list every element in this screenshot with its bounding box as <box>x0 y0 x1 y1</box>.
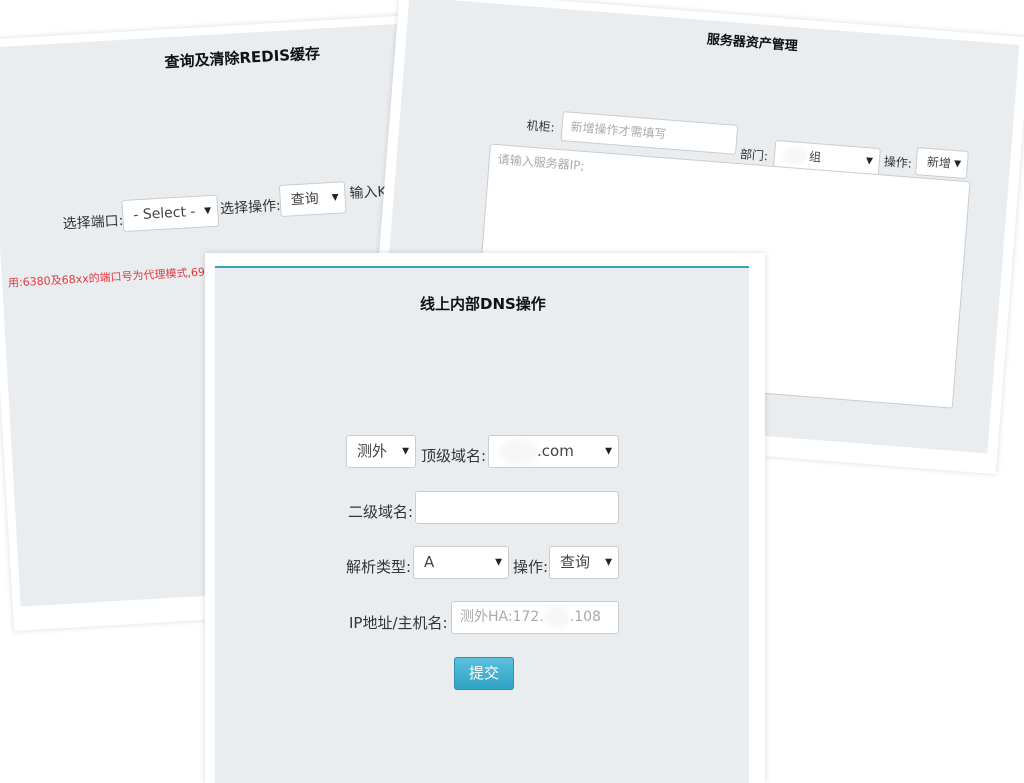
dns-op-label: 操作: <box>513 558 549 576</box>
cabinet-label: 机柜: <box>526 118 556 135</box>
dns-card: 线上内部DNS操作 测外 ▼ 顶级域名: .com ▼ 二级域名: 解析类型: … <box>205 253 765 783</box>
caret-down-icon: ▼ <box>495 557 502 567</box>
redis-title: 查询及清除REDIS缓存 <box>164 44 321 72</box>
ip-input[interactable]: 测外HA:172. .108 <box>451 601 619 634</box>
redacted-blur <box>782 145 808 166</box>
redacted-blur <box>499 439 539 465</box>
record-type-label: 解析类型: <box>346 558 412 576</box>
caret-down-icon: ▼ <box>953 159 962 170</box>
dept-label: 部门: <box>739 147 769 164</box>
subdomain-label: 二级域名: <box>348 503 414 521</box>
server-op-label: 操作: <box>883 154 913 171</box>
caret-down-icon: ▼ <box>605 557 612 567</box>
caret-down-icon: ▼ <box>605 446 612 456</box>
ip-label: IP地址/主机名: <box>349 614 448 632</box>
redis-port-select[interactable]: - Select - ▼ <box>121 194 220 233</box>
redis-port-label: 选择端口: <box>62 213 124 233</box>
redis-op-select[interactable]: 查询 ▼ <box>278 181 347 217</box>
cabinet-input[interactable]: 新增操作才需填写 <box>560 111 739 155</box>
dns-title: 线上内部DNS操作 <box>420 295 546 313</box>
caret-down-icon: ▼ <box>402 446 409 456</box>
caret-down-icon: ▼ <box>865 156 874 167</box>
caret-down-icon: ▼ <box>204 205 212 217</box>
env-select[interactable]: 测外 ▼ <box>346 435 416 468</box>
redis-op-label: 选择操作: <box>219 197 282 218</box>
subdomain-input[interactable] <box>415 491 619 524</box>
record-type-select[interactable]: A ▼ <box>413 546 509 579</box>
caret-down-icon: ▼ <box>331 192 339 204</box>
dns-panel: 线上内部DNS操作 测外 ▼ 顶级域名: .com ▼ 二级域名: 解析类型: … <box>215 266 749 783</box>
server-op-select[interactable]: 新增 ▼ <box>914 147 969 180</box>
top-domain-label: 顶级域名: <box>421 447 487 465</box>
submit-button[interactable]: 提交 <box>454 657 514 690</box>
server-title: 服务器资产管理 <box>706 32 799 55</box>
redacted-blur <box>543 606 570 628</box>
dns-op-select[interactable]: 查询 ▼ <box>549 546 619 579</box>
top-domain-select[interactable]: .com ▼ <box>488 435 619 468</box>
